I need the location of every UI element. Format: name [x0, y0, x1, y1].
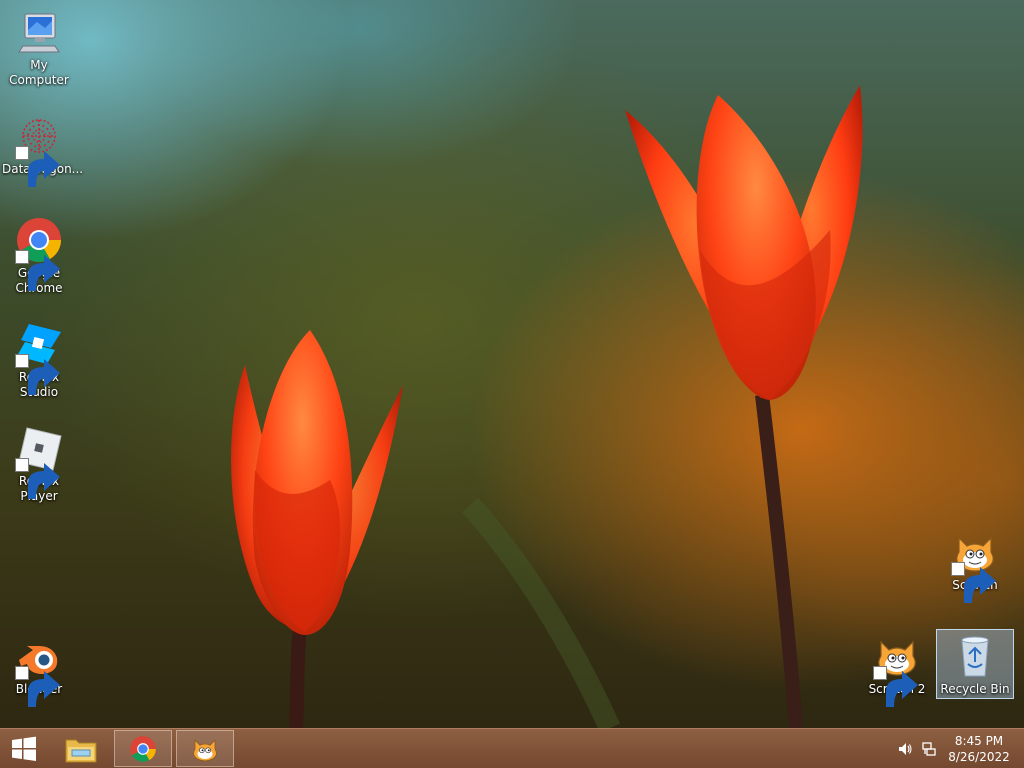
desktop-icon-roblox-player[interactable]: Roblox Player — [0, 422, 78, 504]
network-icon — [922, 742, 936, 756]
desktop-icon-scratch-2[interactable]: Scratch 2 — [858, 630, 936, 707]
scratch-icon — [873, 632, 921, 707]
scratch-icon — [951, 528, 999, 603]
desktop-icon-blender[interactable]: Blender — [0, 630, 78, 707]
file-explorer-icon — [65, 739, 97, 762]
chrome-icon — [130, 735, 156, 762]
roblox-studio-icon — [15, 320, 63, 395]
my-computer-icon — [15, 8, 63, 56]
shortcut-arrow-icon — [15, 250, 60, 291]
shortcut-arrow-icon — [873, 666, 918, 707]
windows-start-icon — [12, 736, 36, 761]
tray-network-button[interactable] — [918, 729, 940, 768]
tray-volume-button[interactable] — [894, 729, 916, 768]
taskbar-file-explorer-button[interactable] — [52, 730, 110, 767]
desktop-icon-recycle-bin[interactable]: Recycle Bin — [936, 629, 1014, 699]
clock-date: 8/26/2022 — [948, 750, 1010, 764]
desktop-icon-roblox-studio[interactable]: Roblox Studio — [0, 318, 78, 400]
shortcut-arrow-icon — [15, 146, 60, 187]
scratch-icon — [193, 738, 217, 761]
shortcut-arrow-icon — [15, 354, 60, 395]
desktop-icon-label: My Computer — [9, 58, 69, 87]
desktop-icon-my-computer[interactable]: My Computer — [0, 6, 78, 88]
clock-time: 8:45 PM — [954, 734, 1004, 748]
shortcut-arrow-icon — [951, 562, 996, 603]
taskbar-chrome-button[interactable] — [114, 730, 172, 767]
taskbar-scratch-button[interactable] — [176, 730, 234, 767]
taskbar: 8:45 PM 8/26/2022 — [0, 728, 1024, 768]
recycle-bin-icon — [951, 632, 999, 680]
desktop-icon-scratch[interactable]: Scratch — [936, 526, 1014, 603]
volume-icon — [899, 743, 912, 755]
desktop-icon-google-chrome[interactable]: Google Chrome — [0, 214, 78, 296]
start-button[interactable] — [0, 730, 48, 767]
shortcut-arrow-icon — [15, 666, 60, 707]
datawagon-icon — [15, 112, 63, 187]
desktop-icon-datawagon[interactable]: DataWagon... — [0, 110, 83, 187]
roblox-player-icon — [15, 424, 63, 499]
blender-icon — [15, 632, 63, 707]
desktop[interactable]: My Computer DataWagon... — [0, 0, 1024, 768]
shortcut-arrow-icon — [15, 458, 60, 499]
chrome-icon — [15, 216, 63, 291]
desktop-icon-label: Recycle Bin — [940, 682, 1010, 696]
taskbar-clock[interactable]: 8:45 PM 8/26/2022 — [944, 733, 1014, 765]
